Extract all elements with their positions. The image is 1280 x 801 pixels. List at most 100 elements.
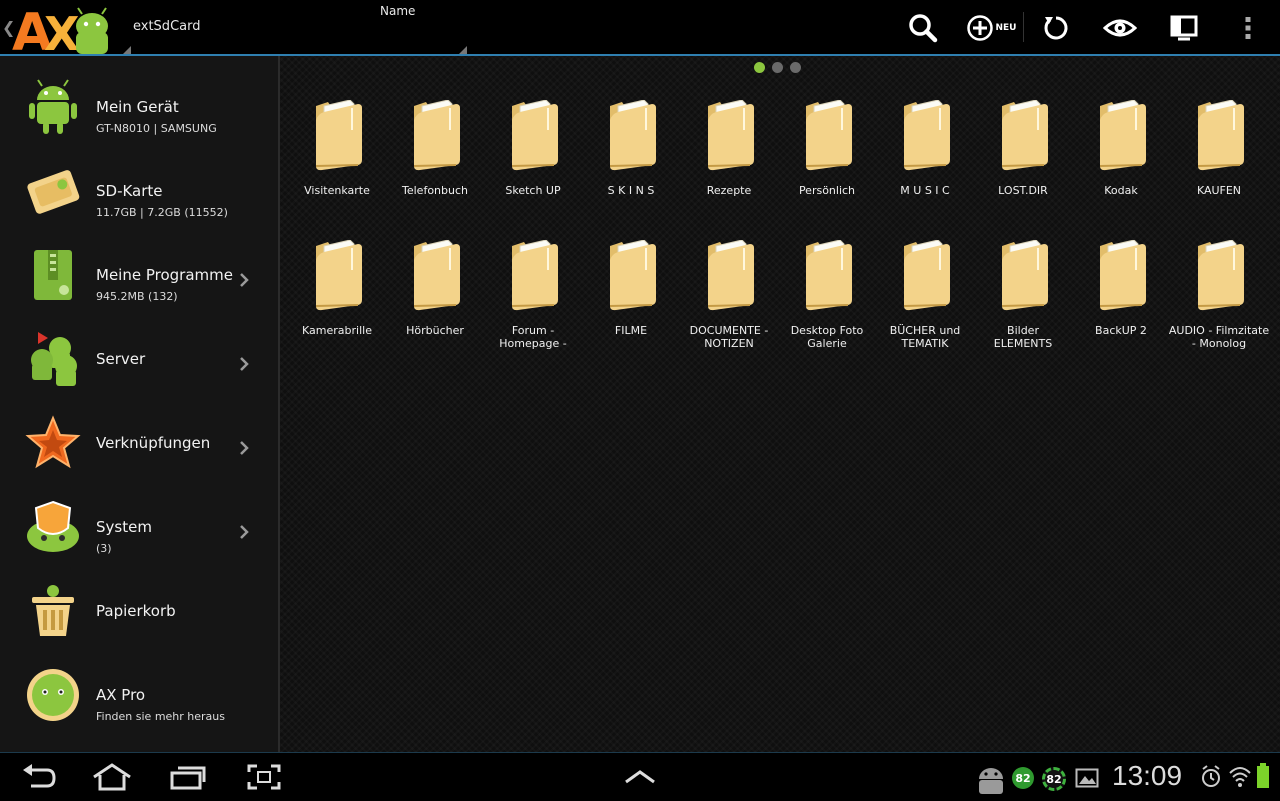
folder-label-line2: ELEMENTS [993, 337, 1053, 350]
sidebar-item-papierkorb[interactable]: Papierkorb [0, 568, 278, 652]
folder-icon [903, 240, 950, 311]
folder-label: S K I N S [578, 184, 684, 197]
folder-icon [1099, 100, 1146, 171]
folder-label-line1: Kodak [1104, 184, 1138, 197]
folder-label: M U S I C [872, 184, 978, 197]
page-dot[interactable] [772, 62, 783, 73]
folder-label: FILME [578, 324, 684, 337]
folder-label-line1: M U S I C [900, 184, 950, 197]
folder-grid: Visitenkarte Telefonbuch Sketch UP S K I N … [280, 56, 1280, 752]
folder-item[interactable]: FILME [582, 240, 680, 370]
screenshot-icon [247, 764, 281, 790]
folder-item[interactable]: M U S I C [876, 100, 974, 230]
folder-label-line1: Sketch UP [505, 184, 561, 197]
sidebar-item-ax-pro[interactable]: AX Pro Finden sie mehr heraus [0, 652, 278, 736]
view-button[interactable] [1102, 8, 1138, 48]
sidebar-item-subtitle: GT-N8010 | SAMSUNG [96, 122, 217, 135]
system-shield-android-icon [27, 500, 79, 552]
new-button[interactable]: NEU [963, 8, 1019, 48]
gallery-notification-icon [1075, 768, 1099, 788]
folder-item[interactable]: S K I N S [582, 100, 680, 230]
sidebar-item-sd-karte[interactable]: SD-Karte 11.7GB | 7.2GB (11552) [0, 148, 278, 232]
folder-icon [315, 240, 362, 311]
folder-icon [1001, 100, 1048, 171]
screenshot-button[interactable] [246, 761, 282, 793]
folder-item[interactable]: BÜCHER und TEMATIK [876, 240, 974, 370]
svg-text:X: X [44, 7, 79, 54]
current-location[interactable]: extSdCard [133, 19, 200, 34]
folder-label-line1: AUDIO - Filmzitate [1168, 324, 1270, 337]
page-indicator [754, 62, 801, 73]
folder-icon [1001, 240, 1048, 311]
folder-item[interactable]: BackUP 2 [1072, 240, 1170, 370]
ax-pro-android-icon [27, 669, 79, 721]
folder-label: Bilder ELEMENTS [970, 324, 1076, 350]
sidebar-item-meine-programme[interactable]: Meine Programme 945.2MB (132) [0, 232, 278, 316]
folder-label: DOCUMENTE - NOTIZEN [676, 324, 782, 350]
folder-icon [511, 240, 558, 311]
folder-item[interactable]: Hörbücher [386, 240, 484, 370]
folder-icon [1197, 240, 1244, 311]
sidebar-item-server[interactable]: Server [0, 316, 278, 400]
ax-logo-icon[interactable]: A X [12, 2, 120, 54]
recent-apps-button[interactable] [168, 761, 208, 793]
folder-label: Sketch UP [480, 184, 586, 197]
folder-label: LOST.DIR [970, 184, 1076, 197]
chevron-right-icon [240, 441, 249, 455]
folder-label-line1: Visitenkarte [304, 184, 370, 197]
folder-item[interactable]: Telefonbuch [386, 100, 484, 230]
folder-icon [609, 240, 656, 311]
add-circle-icon [966, 15, 993, 41]
folder-label: AUDIO - Filmzitate - Monolog [1166, 324, 1272, 350]
sidebar-item-title: System [96, 518, 152, 536]
folder-item[interactable]: DOCUMENTE - NOTIZEN [680, 240, 778, 370]
folder-icon [511, 100, 558, 171]
page-dot-active[interactable] [754, 62, 765, 73]
android-debug-icon [979, 768, 1003, 794]
folder-item[interactable]: LOST.DIR [974, 100, 1072, 230]
overflow-menu-button[interactable] [1236, 8, 1260, 48]
folder-icon [707, 240, 754, 311]
folder-label: Rezepte [676, 184, 782, 197]
sidebar-item-verknuepfungen[interactable]: Verknüpfungen [0, 400, 278, 484]
refresh-button[interactable] [1040, 8, 1072, 48]
folder-item[interactable]: Kodak [1072, 100, 1170, 230]
sd-card-icon [27, 170, 80, 214]
folder-item[interactable]: Forum - Homepage - [484, 240, 582, 370]
location-dropdown-corner-icon [123, 46, 131, 54]
alarm-icon [1202, 765, 1220, 787]
folder-item[interactable]: Sketch UP [484, 100, 582, 230]
sidebar-item-title: AX Pro [96, 686, 146, 704]
folder-icon [413, 100, 460, 171]
folder-label: Persönlich [774, 184, 880, 197]
sidebar-item-system[interactable]: System (3) [0, 484, 278, 568]
folder-label-line1: Telefonbuch [402, 184, 468, 197]
folder-item[interactable]: Rezepte [680, 100, 778, 230]
folder-label-line2: - Monolog [1191, 337, 1247, 350]
recent-apps-icon [170, 766, 206, 790]
folder-item[interactable]: AUDIO - Filmzitate - Monolog [1169, 240, 1269, 370]
system-navigation-bar: 82 82 13:09 [0, 752, 1280, 801]
folder-item[interactable]: Kamerabrille [288, 240, 386, 370]
folder-item[interactable]: Persönlich [778, 100, 876, 230]
back-button[interactable] [20, 761, 58, 793]
sidebar-item-mein-geraet[interactable]: Mein Gerät GT-N8010 | SAMSUNG [0, 64, 278, 148]
home-button[interactable] [90, 761, 134, 793]
search-button[interactable] [904, 8, 942, 48]
top-bar: ❮ A X extSdCard Name NEU [0, 0, 1280, 56]
folder-item[interactable]: Visitenkarte [288, 100, 386, 230]
folder-label: Telefonbuch [382, 184, 488, 197]
sort-dropdown-corner-icon [459, 46, 467, 54]
folder-label-line1: Kamerabrille [302, 324, 372, 337]
folder-label: Visitenkarte [284, 184, 390, 197]
page-dot[interactable] [790, 62, 801, 73]
folder-label: BÜCHER und TEMATIK [872, 324, 978, 350]
search-icon [909, 14, 938, 43]
folder-label: Forum - Homepage - [480, 324, 586, 350]
folder-item[interactable]: Desktop Foto Galerie [778, 240, 876, 370]
sort-label[interactable]: Name [380, 4, 415, 18]
window-mode-button[interactable] [1168, 8, 1200, 48]
folder-item[interactable]: KAUFEN [1170, 100, 1268, 230]
folder-item[interactable]: Bilder ELEMENTS [974, 240, 1072, 370]
quick-panel-button[interactable] [622, 761, 658, 793]
